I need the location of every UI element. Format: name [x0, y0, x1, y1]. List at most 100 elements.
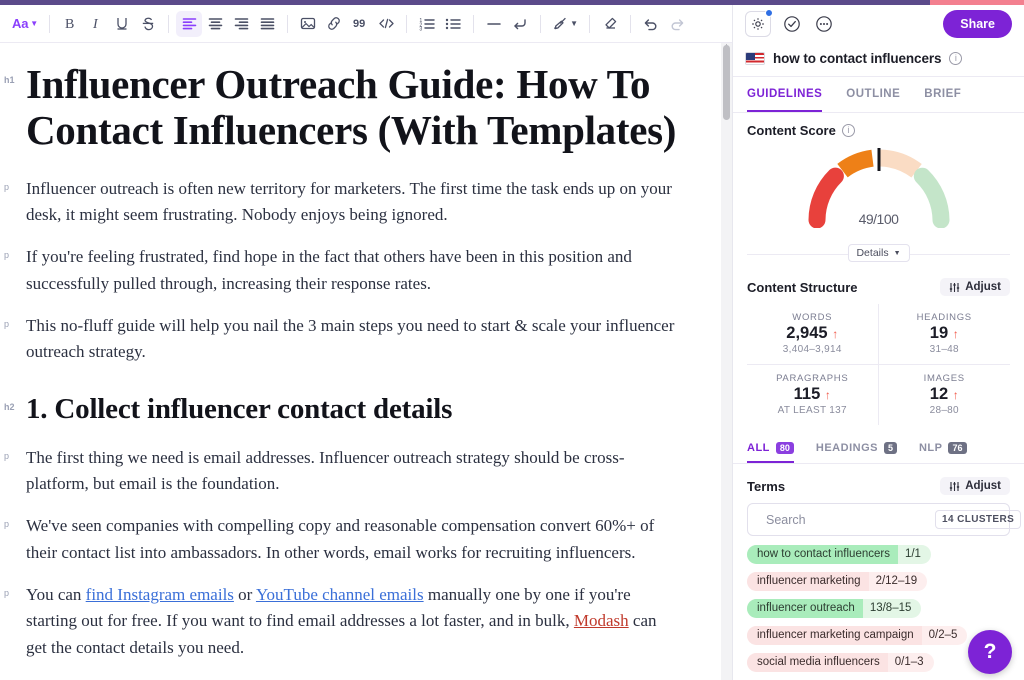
- document-paragraph[interactable]: p We've seen companies with compelling c…: [4, 513, 676, 566]
- link-find-instagram-emails[interactable]: find Instagram emails: [86, 585, 234, 604]
- stat-images: IMAGES 12 ↑ 28–80: [879, 365, 1011, 425]
- blockquote-icon[interactable]: 99: [347, 11, 373, 37]
- svg-text:B: B: [65, 17, 74, 31]
- term-tab-label: NLP: [918, 442, 943, 454]
- tab-brief[interactable]: BRIEF: [924, 77, 961, 112]
- document-h2[interactable]: h2 1. Collect influencer contact details: [4, 392, 692, 427]
- insert-image-icon[interactable]: [295, 11, 321, 37]
- adjust-structure-button[interactable]: Adjust: [940, 278, 1010, 296]
- us-flag-icon: [745, 52, 765, 65]
- font-style-dropdown[interactable]: Aa ▼: [8, 11, 42, 37]
- document-canvas[interactable]: h1 Influencer Outreach Guide: How To Con…: [0, 43, 732, 680]
- editor-scrollbar[interactable]: ▲: [721, 43, 732, 680]
- paragraph-text-part2: or: [233, 584, 256, 604]
- tab-guidelines[interactable]: GUIDELINES: [747, 77, 823, 112]
- svg-text:I: I: [92, 17, 99, 31]
- gear-icon[interactable]: [745, 9, 773, 37]
- insights-panel: Share how to contact influencers i GUIDE…: [733, 0, 1024, 680]
- document-paragraph-with-links[interactable]: p You can find Instagram emails or YouTub…: [4, 582, 676, 661]
- link-modash[interactable]: Modash: [574, 611, 629, 630]
- paragraph-text: The first thing we need is email address…: [26, 447, 625, 493]
- align-justify-button[interactable]: [254, 11, 280, 37]
- details-label: Details: [856, 247, 889, 259]
- paragraph-text-part1: You can: [26, 584, 86, 604]
- terms-title: Terms: [747, 478, 786, 494]
- document-h1[interactable]: h1 Influencer Outreach Guide: How To Con…: [4, 61, 692, 154]
- toolbar-divider: [630, 14, 632, 33]
- horizontal-rule-icon[interactable]: [481, 11, 507, 37]
- clusters-badge[interactable]: 14 CLUSTERS: [935, 510, 1022, 529]
- details-dropdown-button[interactable]: Details ▼: [847, 244, 910, 262]
- line-break-icon[interactable]: [507, 11, 533, 37]
- code-block-icon[interactable]: [373, 11, 399, 37]
- check-circle-icon[interactable]: [781, 13, 803, 35]
- top-accent-bar-right: [930, 0, 1024, 5]
- adjust-terms-button[interactable]: Adjust: [940, 477, 1010, 495]
- stat-value-wrap: 19 ↑: [879, 324, 1011, 343]
- bold-button[interactable]: B: [57, 11, 83, 37]
- align-left-button[interactable]: [176, 10, 203, 37]
- app-root: Aa ▼ B I 99 1 2 3 ▼ h1 Influencer Outrea…: [0, 0, 1024, 680]
- stat-label: PARAGRAPHS: [776, 373, 849, 384]
- trend-up-icon: ↑: [824, 388, 831, 402]
- term-label: influencer marketing: [747, 572, 869, 591]
- terms-search-box[interactable]: 14 CLUSTERS: [747, 503, 1022, 536]
- terms-search-input[interactable]: [766, 512, 927, 527]
- info-icon[interactable]: i: [841, 124, 855, 137]
- toolbar-divider: [49, 14, 51, 33]
- underline-button[interactable]: [109, 11, 135, 37]
- stat-words: WORDS 2,945 ↑ 3,404–3,914: [747, 304, 879, 365]
- block-tag-p: p: [4, 250, 10, 261]
- term-chip[interactable]: social media influencers 0/1–3: [747, 653, 934, 672]
- info-icon[interactable]: i: [949, 52, 963, 65]
- content-score-max: /100: [873, 211, 899, 227]
- document-paragraph[interactable]: p The first thing we need is email addre…: [4, 445, 676, 498]
- more-options-icon[interactable]: [813, 13, 835, 35]
- term-tab-label: ALL: [747, 442, 770, 454]
- tab-outline[interactable]: OUTLINE: [846, 77, 900, 112]
- block-tag-h2: h2: [4, 401, 15, 412]
- strikethrough-button[interactable]: [135, 11, 161, 37]
- term-label: how to contact influencers: [747, 545, 898, 564]
- help-button[interactable]: ?: [968, 630, 1012, 674]
- term-tab-all[interactable]: ALL 80: [747, 434, 794, 463]
- share-button[interactable]: Share: [943, 10, 1012, 38]
- document-paragraph[interactable]: p Influencer outreach is often new terri…: [4, 176, 676, 229]
- trend-up-icon: ↑: [832, 327, 839, 341]
- stat-value: 19: [929, 324, 949, 342]
- term-chip[interactable]: influencer marketing 2/12–19: [747, 572, 928, 591]
- editor-scrollbar-thumb[interactable]: [723, 45, 730, 120]
- insert-link-icon[interactable]: [321, 11, 347, 37]
- link-youtube-channel-emails[interactable]: YouTube channel emails: [256, 585, 424, 604]
- term-count: 0/1–3: [894, 656, 924, 668]
- paragraph-text: Influencer outreach is often new territo…: [26, 178, 672, 224]
- block-tag-p: p: [4, 450, 10, 461]
- term-chip[interactable]: how to contact influencers 1/1: [747, 545, 931, 564]
- format-paint-button[interactable]: ▼: [548, 11, 582, 37]
- align-right-button[interactable]: [228, 11, 254, 37]
- term-chip[interactable]: influencer marketing campaign 0/2–5: [747, 626, 968, 645]
- document-paragraph[interactable]: p This no-fluff guide will help you nail…: [4, 313, 676, 366]
- terms-header: Terms Adjust: [733, 467, 1024, 495]
- stat-label: HEADINGS: [916, 312, 972, 323]
- undo-icon[interactable]: [638, 11, 664, 37]
- term-count: 1/1: [904, 548, 921, 560]
- align-center-button[interactable]: [202, 11, 228, 37]
- panel-tabs: GUIDELINES OUTLINE BRIEF: [733, 77, 1024, 113]
- editor-pane: Aa ▼ B I 99 1 2 3 ▼ h1 Influencer Outrea…: [0, 0, 733, 680]
- stat-value-wrap: 2,945 ↑: [747, 324, 878, 343]
- redo-icon[interactable]: [664, 11, 690, 37]
- stat-range: 3,404–3,914: [782, 344, 842, 355]
- term-chip[interactable]: influencer outreach 13/8–15: [747, 599, 922, 618]
- content-structure-stats: WORDS 2,945 ↑ 3,404–3,914 HEADINGS 19 ↑ …: [747, 304, 1010, 425]
- term-tab-nlp[interactable]: NLP 76: [919, 434, 967, 463]
- block-tag-p: p: [4, 181, 10, 192]
- term-tab-headings[interactable]: HEADINGS 5: [816, 434, 897, 463]
- document-paragraph[interactable]: p If you're feeling frustrated, find hop…: [4, 244, 676, 297]
- stat-paragraphs: PARAGRAPHS 115 ↑ AT LEAST 137: [747, 365, 879, 425]
- italic-button[interactable]: I: [83, 11, 109, 37]
- bullet-list-icon[interactable]: [440, 11, 466, 37]
- clear-format-eraser-icon[interactable]: [597, 11, 623, 37]
- ordered-list-icon[interactable]: 123: [414, 11, 440, 37]
- block-tag-p: p: [4, 319, 10, 330]
